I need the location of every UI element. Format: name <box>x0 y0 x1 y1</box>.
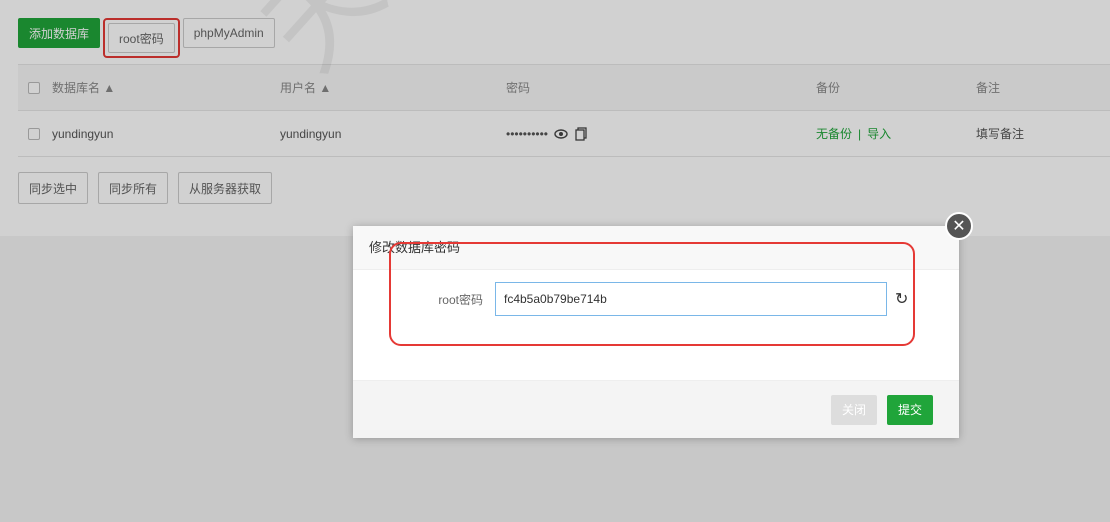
root-password-label: root密码 <box>438 292 483 307</box>
close-icon[interactable]: ✕ <box>945 212 973 240</box>
root-password-field: root密码 ↻ <box>403 282 908 316</box>
change-password-dialog: 修改数据库密码 ✕ root密码 ↻ 关闭 提交 <box>353 212 973 438</box>
dialog-footer: 关闭 提交 <box>353 380 959 438</box>
refresh-icon[interactable]: ↻ <box>895 289 908 309</box>
submit-button[interactable]: 提交 <box>886 394 933 425</box>
root-password-input[interactable] <box>495 282 887 316</box>
page: 添加数据库 root密码 phpMyAdmin 数据库名 ▲ 用户名 ▲ 密码 … <box>0 0 1110 522</box>
modal-backdrop-top <box>0 0 1110 236</box>
close-button[interactable]: 关闭 <box>830 394 877 425</box>
